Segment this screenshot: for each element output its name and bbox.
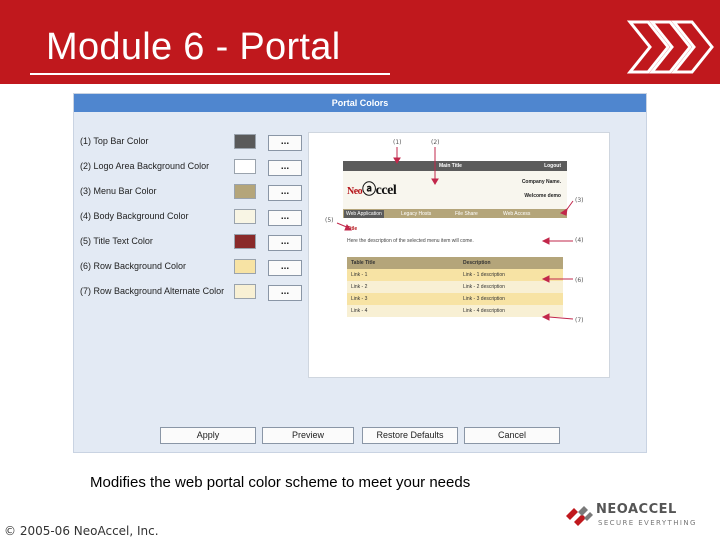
chevrons-icon [626, 20, 714, 74]
browse-color-button[interactable]: ... [268, 260, 302, 276]
brand-name: NEOACCEL [596, 502, 677, 517]
color-row-title-text: (5) Title Text Color ... [80, 234, 320, 252]
brand-tagline: SECURE EVERYTHING [598, 519, 697, 527]
color-row-top-bar: (1) Top Bar Color ... [80, 134, 320, 152]
slide-caption: Modifies the web portal color scheme to … [90, 474, 471, 491]
color-row-menu-bar: (3) Menu Bar Color ... [80, 184, 320, 202]
color-label: (6) Row Background Color [80, 261, 187, 271]
annotation-arrows-icon [336, 147, 574, 321]
color-swatch[interactable] [234, 184, 256, 199]
browse-color-button[interactable]: ... [268, 235, 302, 251]
browse-color-button[interactable]: ... [268, 160, 302, 176]
apply-button[interactable]: Apply [160, 427, 256, 444]
color-swatch[interactable] [234, 159, 256, 174]
color-swatch[interactable] [234, 234, 256, 249]
portal-preview-image: Main Title Logout Neoⓐccel Company Name.… [308, 132, 610, 378]
color-swatch[interactable] [234, 259, 256, 274]
slide-title: Module 6 - Portal [46, 26, 341, 68]
color-label: (2) Logo Area Background Color [80, 161, 210, 171]
color-row-logo-area: (2) Logo Area Background Color ... [80, 159, 320, 177]
browse-color-button[interactable]: ... [268, 210, 302, 226]
color-label: (7) Row Background Alternate Color [80, 286, 225, 296]
color-swatch[interactable] [234, 284, 256, 299]
color-label: (1) Top Bar Color [80, 136, 149, 146]
color-row-row-background: (6) Row Background Color ... [80, 259, 320, 277]
neoaccel-logo-icon [566, 506, 593, 526]
copyright-text: © 2005-06 NeoAccel, Inc. [4, 524, 159, 538]
cancel-button[interactable]: Cancel [464, 427, 560, 444]
dialog-title: Portal Colors [74, 94, 646, 112]
slide-header: Module 6 - Portal [0, 0, 720, 84]
color-swatch[interactable] [234, 209, 256, 224]
color-row-body-background: (4) Body Background Color ... [80, 209, 320, 227]
neoaccel-logo: NEOACCEL SECURE EVERYTHING [564, 498, 714, 534]
color-label: (4) Body Background Color [80, 211, 189, 221]
browse-color-button[interactable]: ... [268, 185, 302, 201]
color-row-row-background-alternate: (7) Row Background Alternate Color ... [80, 284, 320, 302]
preview-button[interactable]: Preview [262, 427, 354, 444]
color-swatch[interactable] [234, 134, 256, 149]
restore-defaults-button[interactable]: Restore Defaults [362, 427, 458, 444]
color-label: (5) Title Text Color [80, 236, 153, 246]
portal-colors-dialog: Portal Colors (1) Top Bar Color ... (2) … [73, 93, 647, 453]
browse-color-button[interactable]: ... [268, 135, 302, 151]
browse-color-button[interactable]: ... [268, 285, 302, 301]
color-label: (3) Menu Bar Color [80, 186, 157, 196]
title-underline [30, 73, 390, 75]
